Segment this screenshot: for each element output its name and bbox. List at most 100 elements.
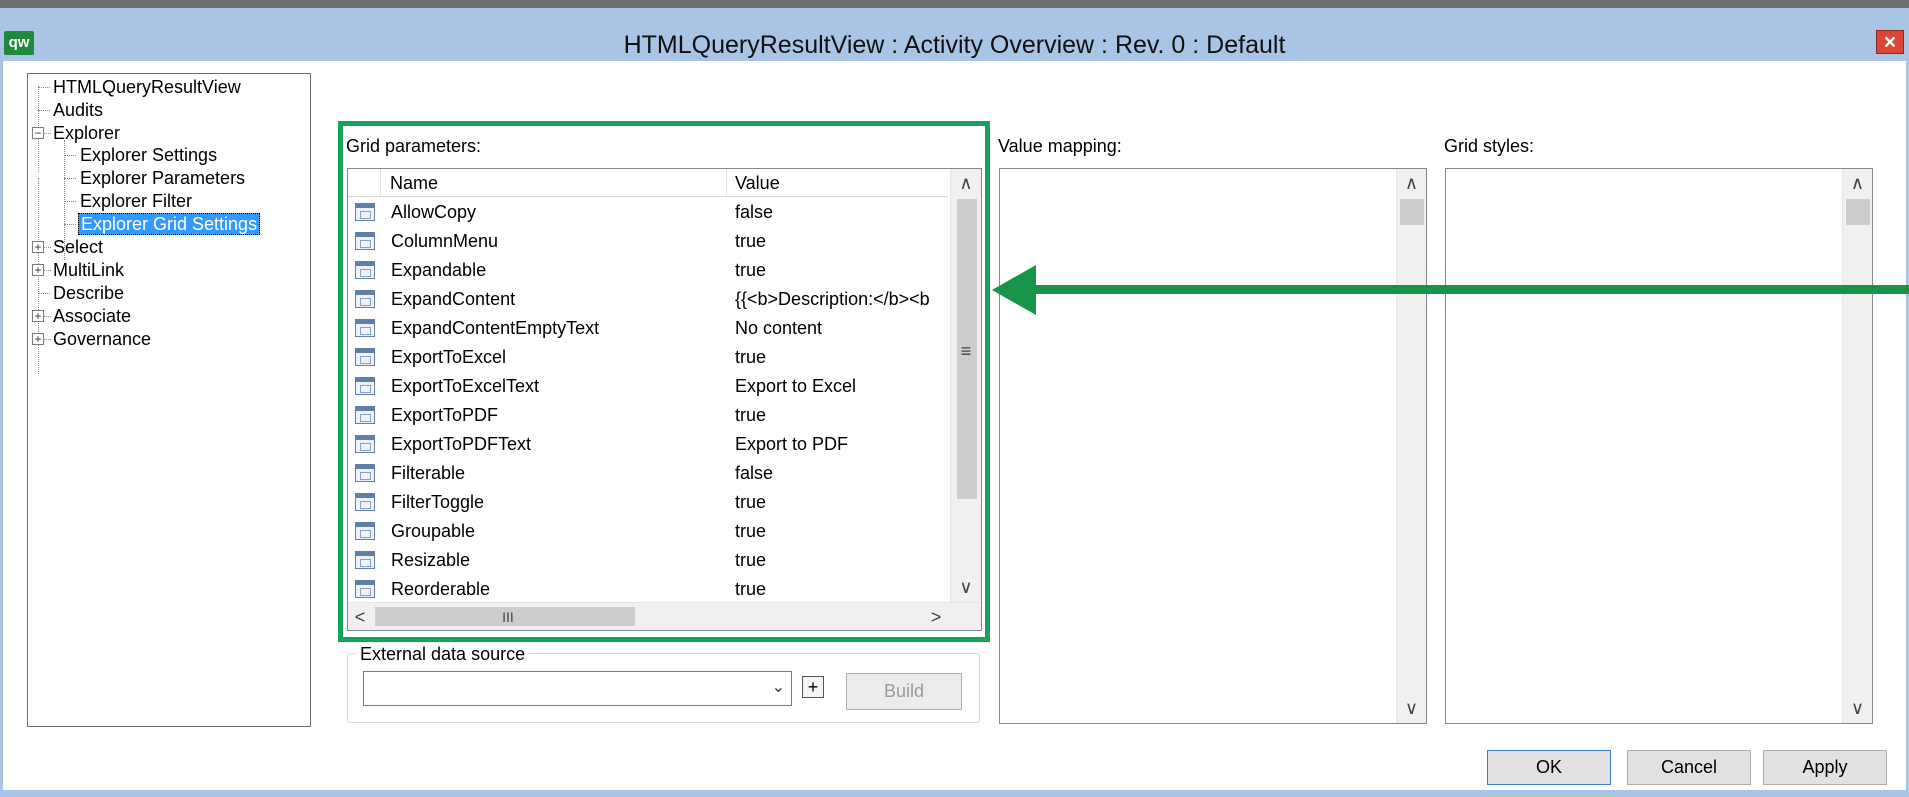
tree-item-label: Explorer Settings <box>80 145 218 165</box>
table-row[interactable]: Groupable true <box>348 517 948 546</box>
tree-item-label: Associate <box>53 306 132 326</box>
table-row[interactable]: ExportToPDFText Export to PDF <box>348 430 948 459</box>
row-value[interactable]: false <box>735 459 950 488</box>
row-value[interactable]: Export to PDF <box>735 430 950 459</box>
scroll-up-icon[interactable]: ∧ <box>1843 171 1872 195</box>
header-icon-column <box>348 169 381 197</box>
tree-item-label: Describe <box>53 283 125 303</box>
row-value[interactable]: {{<b>Description:</b><b <box>735 285 950 314</box>
scrollbar-thumb[interactable] <box>1846 199 1870 225</box>
row-value[interactable]: true <box>735 517 950 546</box>
tree-item-label: Explorer Filter <box>80 191 193 211</box>
grid-row-icon <box>355 203 375 221</box>
scrollbar-thumb[interactable] <box>1400 199 1424 225</box>
table-row[interactable]: ExportToExcel true <box>348 343 948 372</box>
row-value[interactable]: false <box>735 198 950 227</box>
tree-item-label: HTMLQueryResultView <box>53 77 241 97</box>
tree-item-label: Audits <box>53 100 104 120</box>
window-title: HTMLQueryResultView : Activity Overview … <box>623 31 1286 59</box>
row-name: AllowCopy <box>391 202 477 222</box>
grid-row-icon <box>355 348 375 366</box>
expand-icon[interactable]: + <box>32 241 44 253</box>
tree-item-label: Explorer Parameters <box>80 168 246 188</box>
grid-row-icon <box>355 377 375 395</box>
close-button[interactable]: × <box>1876 30 1904 54</box>
apply-button[interactable]: Apply <box>1763 750 1887 785</box>
grid-row-icon <box>355 493 375 511</box>
chevron-down-icon[interactable]: ⌄ <box>772 677 785 697</box>
expand-icon[interactable]: + <box>32 333 44 345</box>
grid-row-icon <box>355 406 375 424</box>
table-row[interactable]: ExportToExcelText Export to Excel <box>348 372 948 401</box>
row-name: Expandable <box>391 260 487 280</box>
build-button[interactable]: Build <box>846 673 962 710</box>
grid-row-icon <box>355 522 375 540</box>
grid-horizontal-scrollbar[interactable]: < III > <box>348 602 981 630</box>
row-value[interactable]: true <box>735 546 950 575</box>
row-name: Reorderable <box>391 579 491 599</box>
grid-parameters-table[interactable]: Name Value AllowCopy false ColumnMenu tr… <box>347 168 982 631</box>
grid-row-icon <box>355 290 375 308</box>
expand-icon[interactable]: + <box>32 310 44 322</box>
scroll-down-icon[interactable]: ∨ <box>1397 696 1426 720</box>
table-row[interactable]: ExpandContent {{<b>Description:</b><b <box>348 285 948 314</box>
grid-styles-scrollbar[interactable]: ∧ ∨ <box>1842 169 1872 723</box>
row-name: ExpandContentEmptyText <box>391 318 600 338</box>
add-icon[interactable]: + <box>802 676 824 698</box>
external-data-source-dropdown[interactable]: ⌄ <box>363 671 792 706</box>
settings-tree[interactable]: HTMLQueryResultView Audits − Explorer Ex… <box>27 73 311 727</box>
row-value[interactable]: true <box>735 256 950 285</box>
tree-item-governance[interactable]: Governance <box>53 326 151 352</box>
value-mapping-scrollbar[interactable]: ∧ ∨ <box>1396 169 1426 723</box>
external-data-source-label: External data source <box>356 642 530 666</box>
annotation-arrow-shaft <box>1021 285 1909 294</box>
grid-vertical-scrollbar[interactable]: ∧ ≡ ∨ <box>950 169 981 602</box>
row-value[interactable]: true <box>735 488 950 517</box>
scroll-up-icon[interactable]: ∧ <box>1397 171 1426 195</box>
tree-item-label-selected: Explorer Grid Settings <box>78 213 261 235</box>
scroll-left-icon[interactable]: < <box>348 605 372 629</box>
grid-row-icon <box>355 551 375 569</box>
table-row[interactable]: FilterToggle true <box>348 488 948 517</box>
table-row[interactable]: Expandable true <box>348 256 948 285</box>
grid-parameters-label: Grid parameters: <box>346 136 482 156</box>
tree-item-label: MultiLink <box>53 260 125 280</box>
grid-row-icon <box>355 464 375 482</box>
table-row[interactable]: Filterable false <box>348 459 948 488</box>
row-value[interactable]: true <box>735 401 950 430</box>
table-row[interactable]: ExportToPDF true <box>348 401 948 430</box>
grid-row-icon <box>355 232 375 250</box>
grid-row-icon <box>355 261 375 279</box>
scroll-down-icon[interactable]: ∨ <box>951 575 981 599</box>
row-name: ExportToExcel <box>391 347 507 367</box>
grid-styles-list[interactable]: ∧ ∨ <box>1445 168 1873 724</box>
row-name: ColumnMenu <box>391 231 499 251</box>
row-value[interactable]: true <box>735 227 950 256</box>
column-header-value[interactable]: Value <box>735 169 935 197</box>
table-row[interactable]: Reorderable true <box>348 575 948 604</box>
table-row[interactable]: Resizable true <box>348 546 948 575</box>
row-name: Resizable <box>391 550 471 570</box>
tree-item-explorer-grid-settings[interactable]: Explorer Grid Settings <box>78 211 261 237</box>
row-value[interactable]: true <box>735 575 950 604</box>
row-value[interactable]: No content <box>735 314 950 343</box>
column-header-name[interactable]: Name <box>390 169 720 197</box>
grip-icon: III <box>502 609 514 625</box>
table-row[interactable]: ColumnMenu true <box>348 227 948 256</box>
ok-button[interactable]: OK <box>1487 750 1611 785</box>
collapse-icon[interactable]: − <box>32 127 44 139</box>
scroll-right-icon[interactable]: > <box>924 605 948 629</box>
row-value[interactable]: Export to Excel <box>735 372 950 401</box>
column-divider[interactable] <box>726 169 728 197</box>
expand-icon[interactable]: + <box>32 264 44 276</box>
scroll-down-icon[interactable]: ∨ <box>1843 696 1872 720</box>
scroll-up-icon[interactable]: ∧ <box>951 171 981 195</box>
value-mapping-list[interactable]: ∧ ∨ <box>999 168 1427 724</box>
row-value[interactable]: true <box>735 343 950 372</box>
table-row[interactable]: ExpandContentEmptyText No content <box>348 314 948 343</box>
table-row[interactable]: AllowCopy false <box>348 198 948 227</box>
row-name: ExportToPDF <box>391 405 499 425</box>
row-name: ExportToExcelText <box>391 376 540 396</box>
cancel-button[interactable]: Cancel <box>1627 750 1751 785</box>
tree-item-label: Select <box>53 237 104 257</box>
